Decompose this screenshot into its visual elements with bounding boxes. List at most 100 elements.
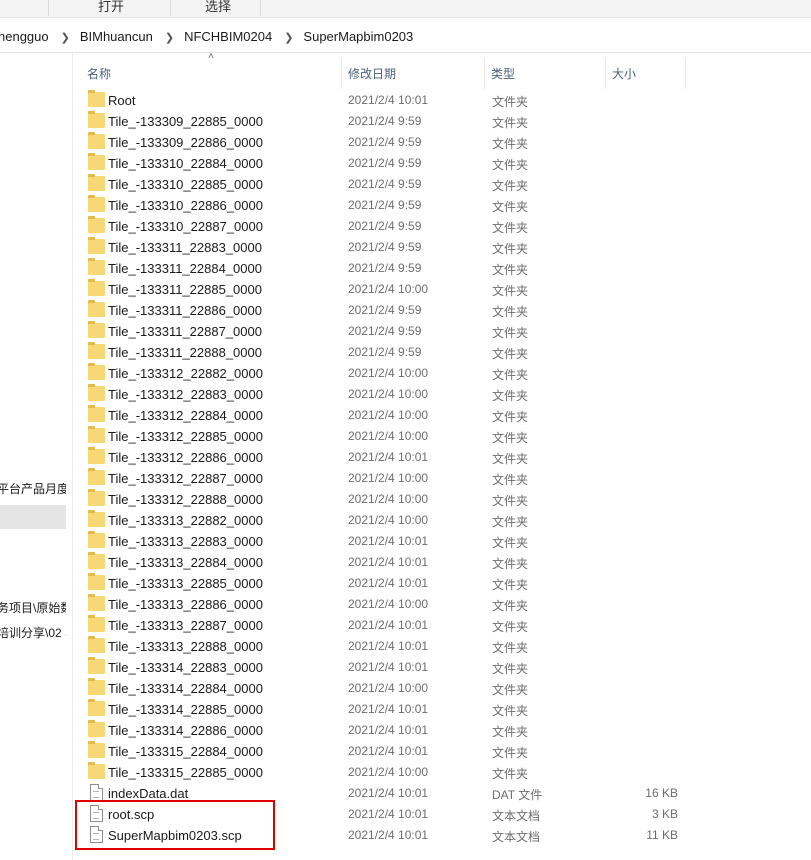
folder-icon xyxy=(88,552,105,569)
folder-row[interactable]: Tile_-133311_22888_0000 2021/2/4 9:59 文件夹 xyxy=(82,342,682,363)
breadcrumb-item[interactable]: hengguo xyxy=(0,29,49,44)
folder-row[interactable]: Tile_-133313_22883_0000 2021/2/4 10:01 文件夹 xyxy=(82,531,682,552)
column-type-header[interactable]: 类型 xyxy=(491,65,515,82)
folder-row[interactable]: Tile_-133314_22886_0000 2021/2/4 10:01 文件夹 xyxy=(82,720,682,741)
folder-row[interactable]: Tile_-133312_22887_0000 2021/2/4 10:00 文件夹 xyxy=(82,468,682,489)
breadcrumb: hengguo ❯ BIMhuancun ❯ NFCHBIM0204 ❯ SuperMapb… xyxy=(0,29,413,44)
file-type: 文件夹 xyxy=(492,326,529,340)
folder-row[interactable]: Tile_-133314_22884_0000 2021/2/4 10:00 文件夹 xyxy=(82,678,682,699)
file-type: 文本文档 xyxy=(492,830,541,844)
file-date: 2021/2/4 10:01 xyxy=(348,576,429,590)
folder-icon xyxy=(88,510,105,527)
folder-icon xyxy=(88,384,105,401)
folder-row[interactable]: Tile_-133310_22885_0000 2021/2/4 9:59 文件夹 xyxy=(82,174,682,195)
column-separator[interactable] xyxy=(605,57,606,89)
folder-row[interactable]: Root 2021/2/4 10:01 文件夹 xyxy=(82,90,682,111)
folder-icon xyxy=(88,426,105,443)
folder-row[interactable]: Tile_-133313_22882_0000 2021/2/4 10:00 文件夹 xyxy=(82,510,682,531)
file-name: Tile_-133315_22885_0000 xyxy=(108,765,263,780)
file-date: 2021/2/4 10:01 xyxy=(348,555,429,569)
folder-row[interactable]: Tile_-133313_22886_0000 2021/2/4 10:00 文件夹 xyxy=(82,594,682,615)
folder-row[interactable]: Tile_-133314_22885_0000 2021/2/4 10:01 文件夹 xyxy=(82,699,682,720)
open-button[interactable]: 打开 xyxy=(98,0,124,15)
file-date: 2021/2/4 9:59 xyxy=(348,240,422,254)
file-size: 11 KB xyxy=(646,828,678,842)
pane-divider[interactable] xyxy=(72,53,73,860)
file-type: 文件夹 xyxy=(492,158,529,172)
chevron-right-icon[interactable]: ❯ xyxy=(165,31,174,44)
chevron-right-icon[interactable]: ❯ xyxy=(61,31,70,44)
file-name: Tile_-133312_22883_0000 xyxy=(108,387,263,402)
folder-row[interactable]: Tile_-133311_22886_0000 2021/2/4 9:59 文件夹 xyxy=(82,300,682,321)
file-date: 2021/2/4 10:00 xyxy=(348,282,429,296)
column-separator[interactable] xyxy=(484,57,485,89)
breadcrumb-item[interactable]: NFCHBIM0204 xyxy=(184,29,272,44)
address-bar[interactable]: hengguo ❯ BIMhuancun ❯ NFCHBIM0204 ❯ SuperMapb… xyxy=(0,21,811,53)
column-separator[interactable] xyxy=(341,57,342,89)
file-type: 文件夹 xyxy=(492,557,529,571)
folder-icon xyxy=(88,468,105,485)
folder-row[interactable]: Tile_-133312_22882_0000 2021/2/4 10:00 文件夹 xyxy=(82,363,682,384)
nav-item[interactable]: 平台产品月度 xyxy=(0,480,66,497)
file-name: Tile_-133312_22882_0000 xyxy=(108,366,263,381)
nav-selected-item[interactable] xyxy=(0,505,66,529)
folder-row[interactable]: Tile_-133310_22884_0000 2021/2/4 9:59 文件夹 xyxy=(82,153,682,174)
folder-row[interactable]: Tile_-133311_22884_0000 2021/2/4 9:59 文件夹 xyxy=(82,258,682,279)
folder-row[interactable]: Tile_-133310_22887_0000 2021/2/4 9:59 文件夹 xyxy=(82,216,682,237)
file-name: Tile_-133312_22885_0000 xyxy=(108,429,263,444)
file-type: 文件夹 xyxy=(492,641,529,655)
folder-row[interactable]: Tile_-133312_22885_0000 2021/2/4 10:00 文件夹 xyxy=(82,426,682,447)
folder-row[interactable]: Tile_-133313_22884_0000 2021/2/4 10:01 文件夹 xyxy=(82,552,682,573)
folder-row[interactable]: Tile_-133312_22888_0000 2021/2/4 10:00 文件夹 xyxy=(82,489,682,510)
folder-row[interactable]: Tile_-133314_22883_0000 2021/2/4 10:01 文件夹 xyxy=(82,657,682,678)
file-type: 文件夹 xyxy=(492,263,529,277)
column-separator[interactable] xyxy=(685,57,686,89)
nav-item[interactable]: 培训分享\02 S xyxy=(0,624,66,641)
file-name: Tile_-133313_22882_0000 xyxy=(108,513,263,528)
folder-row[interactable]: Tile_-133313_22885_0000 2021/2/4 10:01 文件夹 xyxy=(82,573,682,594)
file-date: 2021/2/4 10:00 xyxy=(348,429,429,443)
folder-row[interactable]: Tile_-133315_22885_0000 2021/2/4 10:00 文件夹 xyxy=(82,762,682,783)
folder-icon xyxy=(88,594,105,611)
column-name-header[interactable]: 名称 xyxy=(87,65,111,82)
folder-row[interactable]: Tile_-133312_22886_0000 2021/2/4 10:01 文件夹 xyxy=(82,447,682,468)
folder-row[interactable]: Tile_-133312_22884_0000 2021/2/4 10:00 文件夹 xyxy=(82,405,682,426)
file-date: 2021/2/4 9:59 xyxy=(348,156,422,170)
file-name: Tile_-133311_22883_0000 xyxy=(108,240,262,255)
folder-icon xyxy=(88,153,105,170)
folder-icon xyxy=(88,447,105,464)
folder-row[interactable]: Tile_-133313_22887_0000 2021/2/4 10:01 文件夹 xyxy=(82,615,682,636)
folder-row[interactable]: Tile_-133311_22887_0000 2021/2/4 9:59 文件夹 xyxy=(82,321,682,342)
folder-row[interactable]: Tile_-133311_22883_0000 2021/2/4 9:59 文件夹 xyxy=(82,237,682,258)
folder-row[interactable]: Tile_-133310_22886_0000 2021/2/4 9:59 文件夹 xyxy=(82,195,682,216)
file-name: Tile_-133315_22884_0000 xyxy=(108,744,263,759)
folder-icon xyxy=(88,90,105,107)
column-date-header[interactable]: 修改日期 xyxy=(348,65,396,82)
folder-row[interactable]: Tile_-133313_22888_0000 2021/2/4 10:01 文件夹 xyxy=(82,636,682,657)
file-type: 文件夹 xyxy=(492,431,529,445)
file-type: 文件夹 xyxy=(492,662,529,676)
file-name: Tile_-133314_22884_0000 xyxy=(108,681,263,696)
chevron-right-icon[interactable]: ❯ xyxy=(284,31,293,44)
breadcrumb-item[interactable]: SuperMapbim0203 xyxy=(303,29,413,44)
file-type: 文件夹 xyxy=(492,116,529,130)
file-type: 文件夹 xyxy=(492,536,529,550)
ribbon: 打开 选择 xyxy=(0,0,811,18)
folder-row[interactable]: Tile_-133315_22884_0000 2021/2/4 10:01 文件夹 xyxy=(82,741,682,762)
folder-row[interactable]: Tile_-133309_22885_0000 2021/2/4 9:59 文件夹 xyxy=(82,111,682,132)
select-button[interactable]: 选择 xyxy=(205,0,231,15)
folder-row[interactable]: Tile_-133309_22886_0000 2021/2/4 9:59 文件夹 xyxy=(82,132,682,153)
nav-item[interactable]: 务项目\原始数 xyxy=(0,599,66,616)
breadcrumb-item[interactable]: BIMhuancun xyxy=(80,29,153,44)
file-type: DAT 文件 xyxy=(492,788,543,802)
file-type: 文件夹 xyxy=(492,578,529,592)
file-date: 2021/2/4 9:59 xyxy=(348,135,422,149)
column-size-header[interactable]: 大小 xyxy=(612,65,636,82)
file-date: 2021/2/4 10:00 xyxy=(348,492,429,506)
folder-row[interactable]: Tile_-133311_22885_0000 2021/2/4 10:00 文件夹 xyxy=(82,279,682,300)
file-type: 文件夹 xyxy=(492,389,529,403)
file-date: 2021/2/4 10:01 xyxy=(348,639,429,653)
file-name: Tile_-133311_22885_0000 xyxy=(108,282,262,297)
file-type: 文件夹 xyxy=(492,683,529,697)
folder-row[interactable]: Tile_-133312_22883_0000 2021/2/4 10:00 文件夹 xyxy=(82,384,682,405)
